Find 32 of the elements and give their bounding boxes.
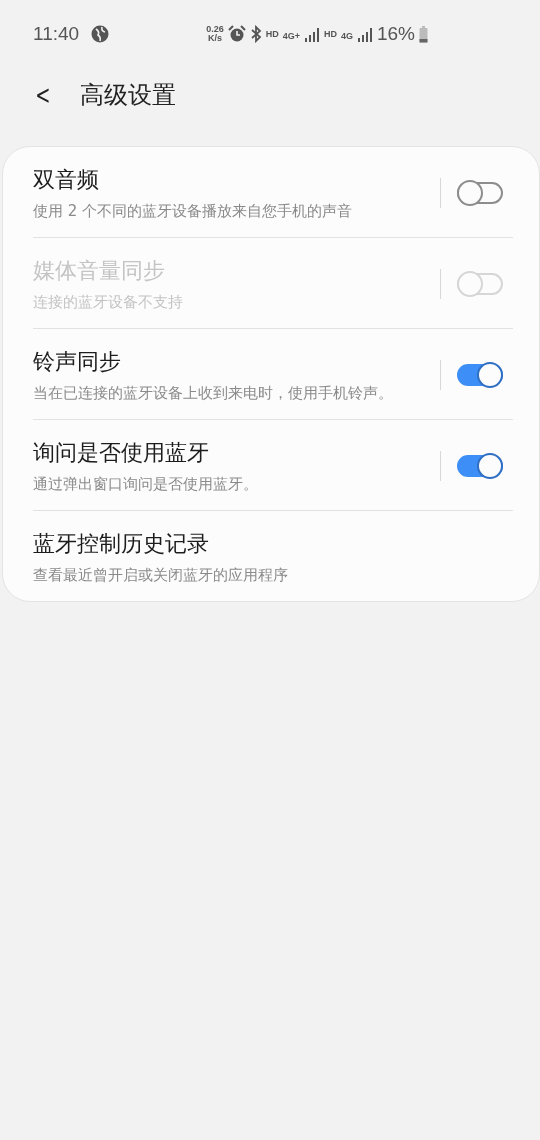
setting-item[interactable]: 询问是否使用蓝牙 通过弹出窗口询问是否使用蓝牙。 [33, 420, 513, 511]
toggle-switch[interactable] [457, 364, 503, 386]
signal-icon [303, 25, 320, 43]
setting-item[interactable]: 双音频 使用 2 个不同的蓝牙设备播放来自您手机的声音 [33, 147, 513, 238]
battery-percent: 16% [376, 23, 415, 45]
setting-description: 当在已连接的蓝牙设备上收到来电时，使用手机铃声。 [33, 383, 394, 403]
speed-unit: K/s [207, 34, 222, 43]
globe-icon [91, 25, 110, 43]
setting-item[interactable]: 蓝牙控制历史记录 查看最近曾开启或关闭蓝牙的应用程序 [33, 511, 513, 601]
bluetooth-icon [249, 25, 262, 43]
network-label: 4G+ [282, 31, 300, 41]
setting-title: 双音频 [33, 166, 100, 194]
setting-description: 通过弹出窗口询问是否使用蓝牙。 [33, 474, 259, 494]
setting-title: 媒体音量同步 [33, 257, 166, 285]
setting-description: 查看最近曾开启或关闭蓝牙的应用程序 [33, 565, 289, 585]
signal-icon [356, 25, 373, 43]
setting-description: 使用 2 个不同的蓝牙设备播放来自您手机的声音 [33, 201, 354, 221]
alarm-icon [227, 25, 246, 43]
setting-item[interactable]: 铃声同步 当在已连接的蓝牙设备上收到来电时，使用手机铃声。 [33, 329, 513, 420]
toggle-switch[interactable] [457, 182, 503, 204]
hd-label: HD [265, 29, 279, 39]
back-button[interactable]: < [32, 80, 54, 110]
setting-title: 铃声同步 [33, 348, 122, 376]
toggle-switch[interactable] [457, 455, 503, 477]
network-label: 4G [340, 31, 353, 41]
page-title: 高级设置 [79, 80, 176, 111]
speed-value: 0.26 [206, 25, 224, 34]
setting-title: 询问是否使用蓝牙 [33, 439, 210, 467]
setting-title: 蓝牙控制历史记录 [33, 530, 210, 558]
hd-label: HD [323, 29, 337, 39]
battery-icon [419, 25, 428, 43]
clock-time: 11:40 [33, 23, 80, 45]
